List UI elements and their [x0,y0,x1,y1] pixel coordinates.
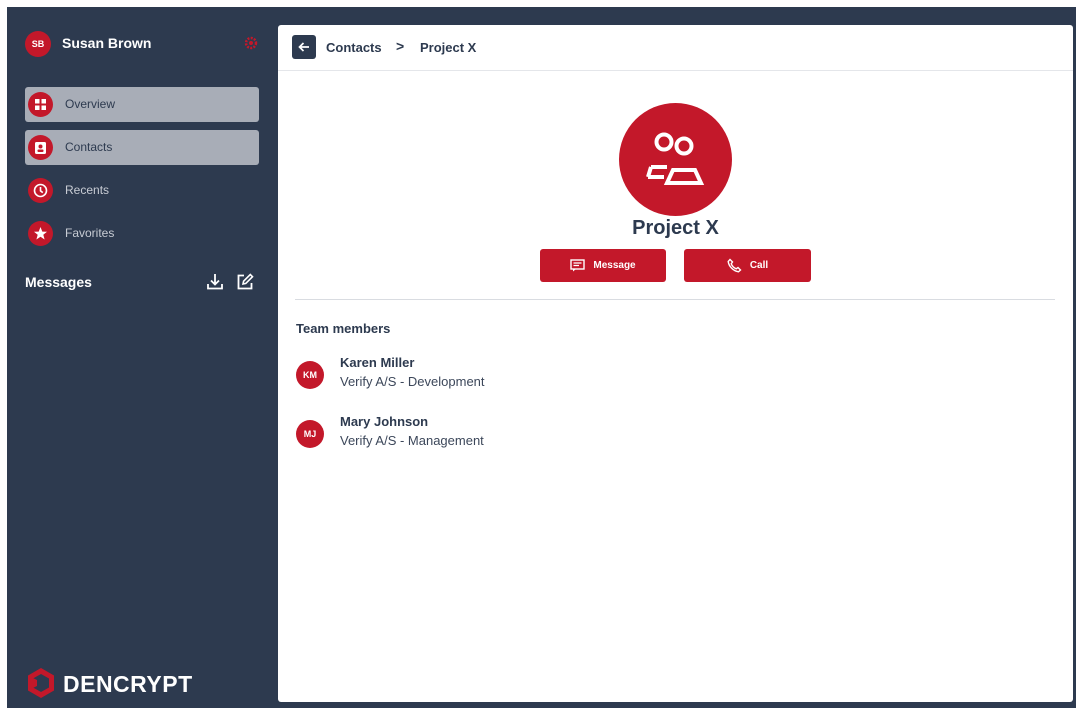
member-name: Karen Miller [340,355,415,370]
member-name: Mary Johnson [340,414,429,429]
contact-detail-panel: Contacts > Project X Project X Message C… [278,25,1073,702]
team-member-item[interactable]: MJ Mary Johnson Verify A/S - Management [296,414,696,454]
user-name: Susan Brown [62,35,152,51]
contact-card-icon [28,135,53,160]
clock-icon [28,178,53,203]
breadcrumb-contacts[interactable]: Contacts [326,40,382,55]
member-avatar: KM [296,361,324,389]
member-org: Verify A/S - Development [340,374,485,389]
sidebar-item-label: Recents [65,183,110,197]
messages-header: Messages [25,272,265,292]
dencrypt-logo-icon [28,668,54,698]
divider [295,299,1055,300]
team-member-item[interactable]: KM Karen Miller Verify A/S - Development [296,355,696,395]
user-avatar: SB [25,31,51,57]
download-icon[interactable] [205,272,225,292]
message-icon [570,259,586,272]
contact-title: Project X [632,217,719,239]
breadcrumb-separator: > [396,38,405,54]
grid-icon [28,92,53,117]
message-button-label: Message [593,260,636,271]
topbar: Contacts > Project X [278,25,1073,71]
sidebar-item-label: Favorites [65,226,115,240]
app-window: SB Susan Brown Overview Contacts Recents… [7,7,1076,708]
user-profile[interactable]: SB Susan Brown [25,31,265,57]
sidebar-item-favorites[interactable]: Favorites [25,216,259,251]
member-org: Verify A/S - Management [340,433,484,448]
sidebar-item-label: Overview [65,97,116,111]
gear-icon[interactable] [243,35,259,51]
sidebar-item-recents[interactable]: Recents [25,173,259,208]
message-button[interactable]: Message [540,249,666,282]
arrow-left-icon [298,42,309,52]
team-members-heading: Team members [296,321,391,336]
messages-title: Messages [25,274,92,290]
phone-icon [727,258,742,273]
group-icon [645,132,704,185]
sidebar: SB Susan Brown Overview Contacts Recents… [7,7,269,708]
sidebar-item-overview[interactable]: Overview [25,87,259,122]
back-button[interactable] [292,35,316,59]
member-avatar: MJ [296,420,324,448]
compose-icon[interactable] [235,272,255,292]
logo-text: DENCRYPT [63,671,193,697]
sidebar-item-contacts[interactable]: Contacts [25,130,259,165]
star-icon [28,221,53,246]
call-button[interactable]: Call [684,249,811,282]
call-button-label: Call [749,260,769,271]
sidebar-item-label: Contacts [65,140,113,154]
dencrypt-logo: DENCRYPT [25,667,225,699]
group-avatar [619,103,732,216]
breadcrumb-current: Project X [420,40,477,55]
